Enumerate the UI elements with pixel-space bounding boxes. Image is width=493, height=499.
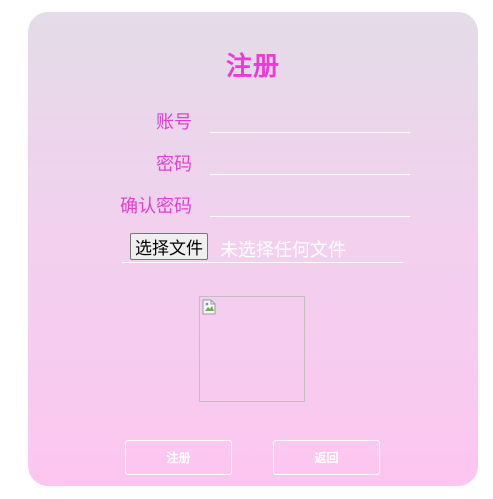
page-title: 注册 xyxy=(225,52,280,82)
confirm-password-label: 确认密码 xyxy=(120,196,192,217)
choose-file-button[interactable]: 选择文件 xyxy=(130,233,208,260)
file-status-text: 未选择任何文件 xyxy=(220,240,346,261)
password-input[interactable] xyxy=(210,146,410,175)
register-button[interactable]: 注册 xyxy=(125,440,232,475)
broken-image-icon xyxy=(202,299,216,315)
avatar-preview xyxy=(199,296,305,402)
confirm-password-input[interactable] xyxy=(210,188,410,217)
confirm-password-field-row: 确认密码 xyxy=(28,188,478,218)
account-field-row: 账号 xyxy=(28,104,478,134)
password-label: 密码 xyxy=(156,154,192,175)
register-card: 注册 账号 密码 确认密码 选择文件 未选择任何文件 注册 返回 xyxy=(28,12,478,486)
account-input[interactable] xyxy=(210,104,410,133)
password-field-row: 密码 xyxy=(28,146,478,176)
file-upload-row: 选择文件 未选择任何文件 xyxy=(122,233,403,263)
back-button[interactable]: 返回 xyxy=(273,440,380,475)
account-label: 账号 xyxy=(156,112,192,133)
